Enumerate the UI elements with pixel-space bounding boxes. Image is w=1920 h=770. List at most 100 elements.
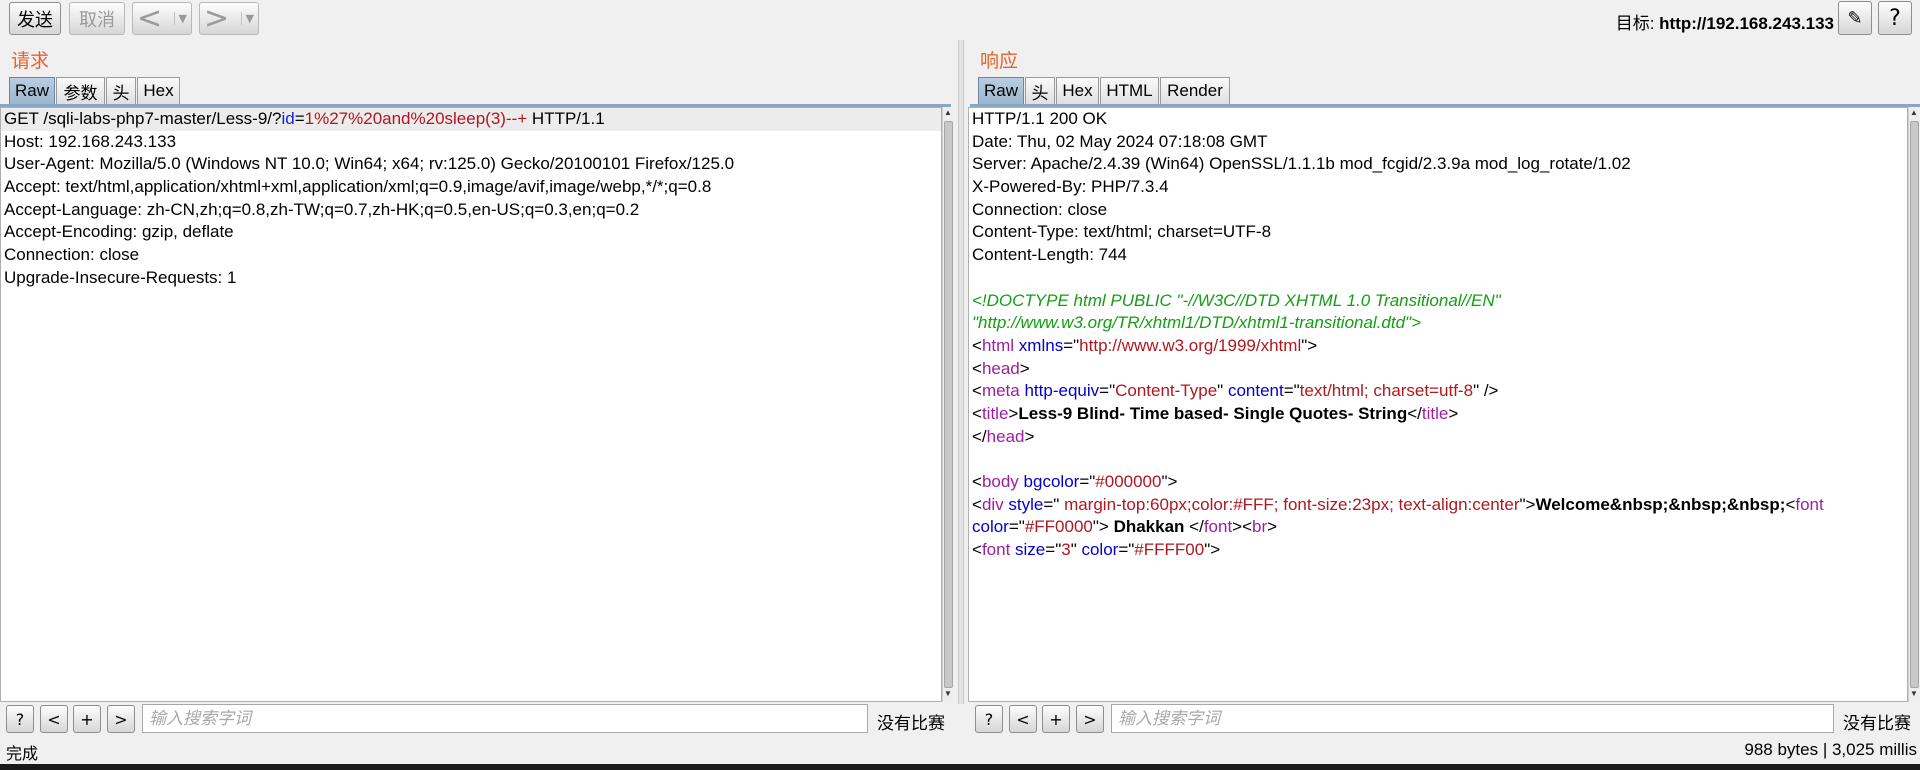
- text-segment: color: [972, 517, 1009, 537]
- text-segment: #000000: [1095, 472, 1162, 491]
- text-segment: ">: [1092, 517, 1114, 537]
- text-segment: Content-Type: [1115, 381, 1218, 401]
- forward-button[interactable]: > ▼: [199, 2, 259, 35]
- target-prefix: 目标:: [1615, 14, 1660, 33]
- text-segment: div: [981, 494, 1004, 514]
- scroll-up-icon[interactable]: ▲: [1909, 108, 1919, 120]
- split-divider[interactable]: [958, 40, 964, 704]
- response-match-count: 没有比赛: [1843, 714, 1911, 734]
- text-segment: >: [1267, 517, 1278, 537]
- text-segment: Content-Type: text/html; charset=UTF-8: [972, 222, 1272, 242]
- response-editor[interactable]: HTTP/1.1 200 OK Date: Thu, 02 May 2024 07…: [968, 107, 1908, 702]
- send-button[interactable]: 发送: [9, 2, 61, 35]
- response-line: Date: Thu, 02 May 2024 07:18:08 GMT: [969, 131, 1907, 154]
- response-search-add-button[interactable]: +: [1042, 705, 1070, 733]
- request-tab-hex[interactable]: Hex: [137, 77, 180, 105]
- request-line: User-Agent: Mozilla/5.0 (Windows NT 10.0…: [1, 153, 941, 176]
- scroll-down-icon[interactable]: ▼: [943, 689, 953, 701]
- text-segment: User-Agent: Mozilla/5.0 (Windows NT 10.0…: [4, 154, 735, 174]
- text-segment: 1%27%20and%20sleep(3)--+: [304, 109, 528, 128]
- request-scrollbar[interactable]: ▲ ▼: [942, 107, 953, 702]
- back-dropdown-icon[interactable]: ▼: [173, 12, 187, 25]
- status-text: 完成: [6, 744, 39, 763]
- response-search-input[interactable]: [1111, 704, 1834, 733]
- taskbar-strip: [0, 764, 1920, 770]
- text-segment: <: [972, 358, 982, 378]
- response-scrollbar[interactable]: ▲ ▼: [1908, 107, 1919, 702]
- response-line: HTTP/1.1 200 OK: [969, 108, 1907, 131]
- request-editor[interactable]: GET /sqli-labs-php7-master/Less-9/?id=1%…: [0, 107, 942, 702]
- text-segment: Accept: text/html,application/xhtml+xml,…: [4, 177, 712, 197]
- request-line: GET /sqli-labs-php7-master/Less-9/?id=1%…: [1, 108, 941, 131]
- scroll-up-icon[interactable]: ▲: [943, 108, 953, 120]
- text-segment: Host: 192.168.243.133: [4, 131, 177, 151]
- text-segment: ": [1217, 381, 1228, 401]
- text-segment: title: [981, 403, 1009, 423]
- target-label: 目标: http://192.168.243.133: [1616, 9, 1834, 34]
- text-segment: #FF0000: [1024, 517, 1093, 537]
- text-segment: GET /sqli-labs-php7-master/Less-9/?: [4, 109, 282, 128]
- back-button[interactable]: < ▼: [132, 2, 192, 35]
- response-line: Server: Apache/2.4.39 (Win64) OpenSSL/1.…: [969, 153, 1907, 176]
- text-segment: margin-top:60px;color:#FFF; font-size:23…: [1059, 494, 1520, 514]
- request-search-add-button[interactable]: +: [73, 705, 101, 733]
- response-tab-render[interactable]: Render: [1160, 77, 1230, 105]
- text-segment: Less-9 Blind- Time based- Single Quotes-…: [1018, 403, 1408, 423]
- text-segment: style: [1008, 494, 1044, 514]
- text-segment: title: [1421, 403, 1449, 423]
- text-segment: ><: [1232, 517, 1253, 537]
- text-segment: Accept-Encoding: gzip, deflate: [4, 222, 234, 242]
- response-line: <div style=" margin-top:60px;color:#FFF;…: [969, 494, 1907, 517]
- response-line: <body bgcolor="#000000">: [969, 471, 1907, 494]
- text-segment: content: [1227, 381, 1284, 401]
- text-segment: xmlns: [1018, 335, 1064, 355]
- text-segment: color: [1081, 540, 1119, 560]
- request-line: Accept: text/html,application/xhtml+xml,…: [1, 176, 941, 199]
- response-search-help-button[interactable]: ?: [975, 705, 1003, 733]
- response-search-next-button[interactable]: >: [1076, 705, 1104, 733]
- cancel-button[interactable]: 取消: [69, 2, 125, 35]
- response-tab-hex[interactable]: Hex: [1056, 77, 1099, 105]
- text-segment: ": [1070, 540, 1082, 560]
- text-segment: =: [294, 109, 305, 128]
- scrollbar-thumb[interactable]: [1910, 121, 1919, 688]
- text-segment: " />: [1473, 381, 1499, 401]
- request-tab-raw[interactable]: Raw: [9, 77, 55, 105]
- response-line: </head>: [969, 426, 1907, 449]
- scroll-down-icon[interactable]: ▼: [1909, 689, 1919, 701]
- scrollbar-thumb[interactable]: [944, 121, 953, 688]
- text-segment: 3: [1061, 540, 1071, 560]
- response-tab-raw[interactable]: Raw: [978, 77, 1024, 105]
- request-search-input[interactable]: [142, 704, 868, 733]
- forward-dropdown-icon[interactable]: ▼: [240, 12, 254, 25]
- response-line: "http://www.w3.org/TR/xhtml1/DTD/xhtml1-…: [969, 312, 1907, 335]
- help-button[interactable]: ?: [1878, 1, 1912, 35]
- text-segment: font: [1203, 517, 1233, 537]
- text-segment: ">: [1519, 494, 1536, 514]
- response-tab-html[interactable]: HTML: [1100, 77, 1159, 105]
- text-segment: =": [1283, 381, 1300, 401]
- response-search-prev-button[interactable]: <: [1009, 705, 1037, 733]
- text-segment: ">: [1301, 335, 1318, 355]
- request-search-help-button[interactable]: ?: [6, 705, 34, 733]
- text-segment: X-Powered-By: PHP/7.3.4: [972, 177, 1169, 197]
- text-segment: =": [1008, 517, 1025, 537]
- text-segment: http-equiv: [1024, 381, 1100, 401]
- request-search-next-button[interactable]: >: [107, 705, 135, 733]
- text-segment: <: [972, 381, 982, 401]
- request-tab-params[interactable]: 参数: [56, 77, 105, 105]
- response-line: <title>Less-9 Blind- Time based- Single …: [969, 403, 1907, 426]
- text-segment: text/html; charset=utf-8: [1299, 381, 1474, 401]
- text-segment: Date: Thu, 02 May 2024 07:18:08 GMT: [972, 131, 1268, 151]
- edit-target-button[interactable]: ✎: [1838, 1, 1872, 35]
- request-search-prev-button[interactable]: <: [40, 705, 68, 733]
- response-tab-headers[interactable]: 头: [1025, 77, 1055, 105]
- text-segment: =": [1063, 335, 1080, 355]
- text-segment: head: [981, 358, 1020, 378]
- text-segment: <: [972, 494, 982, 514]
- back-arrow-icon: <: [137, 0, 163, 36]
- request-tab-headers[interactable]: 头: [106, 77, 136, 105]
- response-line: X-Powered-By: PHP/7.3.4: [969, 176, 1907, 199]
- response-title: 响应: [980, 50, 1019, 72]
- text-segment: Server: Apache/2.4.39 (Win64) OpenSSL/1.…: [972, 154, 1631, 174]
